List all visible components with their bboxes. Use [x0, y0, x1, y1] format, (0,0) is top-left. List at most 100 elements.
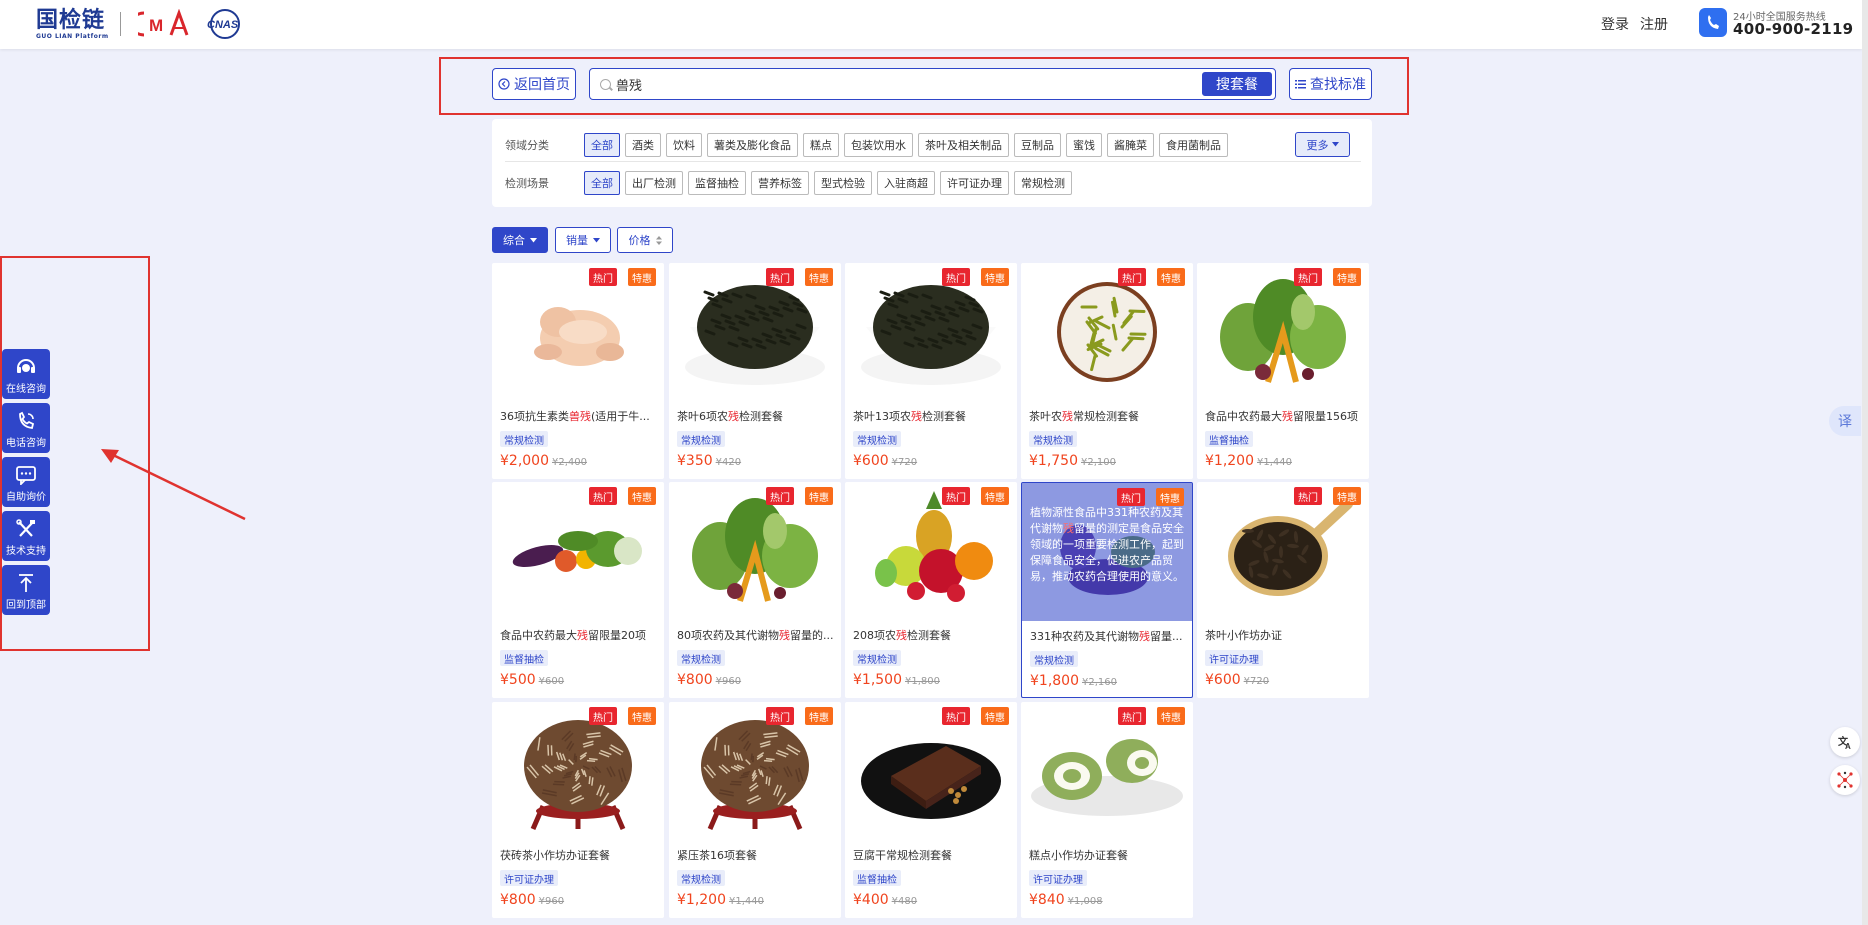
- product-card[interactable]: 热门 特惠 208项农残检测套餐 常规检测 ¥1,500 ¥1,800: [845, 482, 1017, 698]
- translate-icon: 文A: [1838, 735, 1851, 750]
- product-card[interactable]: 热门 特惠 食品中农药最大残留限量156项 监督抽检 ¥1,200 ¥1,440: [1197, 263, 1369, 479]
- product-title[interactable]: 茶叶农残常规检测套餐: [1029, 408, 1187, 424]
- scene-chip[interactable]: 监督抽检: [688, 171, 746, 195]
- sale-badge: 特惠: [1157, 707, 1185, 725]
- product-card[interactable]: 热门 特惠 糕点小作坊办证套餐 许可证办理 ¥840 ¥1,008: [1021, 702, 1193, 918]
- product-card[interactable]: 热门 特惠 豆腐干常规检测套餐 监督抽检 ¥400 ¥480: [845, 702, 1017, 918]
- page-scrollbar[interactable]: [1862, 0, 1868, 925]
- product-original-price: ¥960: [715, 676, 742, 687]
- product-title[interactable]: 食品中农药最大残留限量20项: [500, 627, 658, 643]
- sidebar-label: 技术支持: [6, 546, 46, 557]
- scene-chip-all[interactable]: 全部: [584, 171, 620, 195]
- product-card[interactable]: 热门 特惠 36项抗生素类兽残(适用于牛... 常规检测 ¥2,000 ¥2,40…: [492, 263, 664, 479]
- svg-text:A: A: [1845, 742, 1851, 750]
- product-card[interactable]: 热门 特惠 茯砖茶小作坊办证套餐 许可证办理 ¥800 ¥960: [492, 702, 664, 918]
- translate-button[interactable]: 译: [1829, 406, 1861, 436]
- sale-badge: 特惠: [981, 707, 1009, 725]
- more-label: 更多: [1306, 138, 1329, 152]
- logo-en: GUO LIAN Platform: [36, 33, 109, 40]
- back-home-label: 返回首页: [514, 77, 570, 93]
- product-original-price: ¥1,440: [1257, 457, 1292, 468]
- product-title[interactable]: 豆腐干常规检测套餐: [853, 847, 1011, 863]
- product-original-price: ¥1,800: [905, 676, 940, 687]
- sort-price-button[interactable]: 价格: [617, 227, 673, 253]
- caret-down-icon: [530, 237, 537, 242]
- back-home-button[interactable]: 返回首页: [492, 68, 576, 100]
- login-link[interactable]: 登录: [1601, 14, 1629, 34]
- hot-badge: 热门: [1294, 487, 1322, 505]
- sale-badge: 特惠: [1156, 488, 1184, 506]
- scene-chip[interactable]: 型式检验: [814, 171, 872, 195]
- domain-chip-all[interactable]: 全部: [584, 133, 620, 157]
- register-link[interactable]: 注册: [1640, 14, 1668, 34]
- product-title[interactable]: 208项农残检测套餐: [853, 627, 1011, 643]
- domain-chip[interactable]: 蜜饯: [1066, 133, 1102, 157]
- product-title[interactable]: 食品中农药最大残留限量156项: [1205, 408, 1363, 424]
- domain-chip[interactable]: 豆制品: [1014, 133, 1061, 157]
- product-card[interactable]: 热门 特惠 茶叶农残常规检测套餐 常规检测 ¥1,750 ¥2,100: [1021, 263, 1193, 479]
- sidebar-label: 自助询价: [6, 492, 46, 503]
- hot-badge: 热门: [766, 268, 794, 286]
- phone-consult-button[interactable]: 电话咨询: [2, 403, 50, 453]
- scene-chip[interactable]: 许可证办理: [940, 171, 1009, 195]
- product-card[interactable]: 热门 特惠 茶叶6项农残检测套餐 常规检测 ¥350 ¥420: [669, 263, 841, 479]
- sort-sales-button[interactable]: 销量: [555, 227, 611, 253]
- sale-badge: 特惠: [628, 707, 656, 725]
- product-title[interactable]: 36项抗生素类兽残(适用于牛...: [500, 408, 658, 424]
- arrow-up-icon: [19, 574, 33, 592]
- find-standard-button[interactable]: 查找标准: [1289, 68, 1372, 100]
- find-standard-label: 查找标准: [1310, 77, 1366, 93]
- sidebar-label: 回到顶部: [6, 600, 46, 611]
- svg-text:CNAS: CNAS: [207, 19, 239, 31]
- product-card[interactable]: 热门 特惠 茶叶小作坊办证 许可证办理 ¥600 ¥720: [1197, 482, 1369, 698]
- tech-support-button[interactable]: 技术支持: [2, 511, 50, 561]
- more-domains-button[interactable]: 更多: [1295, 132, 1350, 157]
- hot-badge: 热门: [766, 707, 794, 725]
- online-consult-button[interactable]: 在线咨询: [2, 349, 50, 399]
- scene-chip[interactable]: 出厂检测: [625, 171, 683, 195]
- product-original-price: ¥2,160: [1082, 677, 1117, 688]
- sale-badge: 特惠: [981, 487, 1009, 505]
- search-icon: [600, 79, 611, 90]
- product-price: ¥350 ¥420: [677, 453, 742, 469]
- sort-comprehensive-button[interactable]: 综合: [492, 227, 548, 253]
- domain-chip[interactable]: 薯类及膨化食品: [707, 133, 798, 157]
- product-card[interactable]: 热门 特惠 紧压茶16项套餐 常规检测 ¥1,200 ¥1,440: [669, 702, 841, 918]
- product-card[interactable]: 植物源性食品中331种农药及其代谢物残留量的测定是食品安全领域的一项重要检测工作…: [1021, 482, 1193, 698]
- product-original-price: ¥960: [538, 896, 565, 907]
- domain-chip[interactable]: 食用菌制品: [1159, 133, 1228, 157]
- domain-chip[interactable]: 酒类: [625, 133, 661, 157]
- product-title[interactable]: 茶叶6项农残检测套餐: [677, 408, 835, 424]
- domain-chip[interactable]: 糕点: [803, 133, 839, 157]
- hot-badge: 热门: [589, 268, 617, 286]
- sale-badge: 特惠: [981, 268, 1009, 286]
- domain-chip[interactable]: 饮料: [666, 133, 702, 157]
- search-package-button[interactable]: 搜套餐: [1202, 72, 1272, 96]
- product-original-price: ¥2,400: [552, 457, 587, 468]
- product-card[interactable]: 热门 特惠 80项农药及其代谢物残留量的... 常规检测 ¥800 ¥960: [669, 482, 841, 698]
- scene-chip[interactable]: 营养标签: [751, 171, 809, 195]
- domain-chip[interactable]: 包装饮用水: [844, 133, 913, 157]
- product-title[interactable]: 茯砖茶小作坊办证套餐: [500, 847, 658, 863]
- accessibility-button[interactable]: 文A: [1830, 727, 1860, 757]
- hot-badge: 热门: [589, 707, 617, 725]
- logo-cn: 国检链: [36, 8, 106, 33]
- product-price: ¥600 ¥720: [853, 453, 918, 469]
- product-card[interactable]: 热门 特惠 食品中农药最大残留限量20项 监督抽检 ¥500 ¥600: [492, 482, 664, 698]
- back-to-top-button[interactable]: 回到顶部: [2, 565, 50, 615]
- product-card[interactable]: 热门 特惠 茶叶13项农残检测套餐 常规检测 ¥600 ¥720: [845, 263, 1017, 479]
- scene-chip[interactable]: 常规检测: [1014, 171, 1072, 195]
- product-title[interactable]: 糕点小作坊办证套餐: [1029, 847, 1187, 863]
- self-quote-button[interactable]: 自助询价: [2, 457, 50, 507]
- product-title[interactable]: 80项农药及其代谢物残留量的...: [677, 627, 835, 643]
- product-title[interactable]: 紧压茶16项套餐: [677, 847, 835, 863]
- search-input[interactable]: [616, 74, 1176, 94]
- product-title[interactable]: 331种农药及其代谢物残留量...: [1030, 628, 1188, 644]
- domain-chip[interactable]: 茶叶及相关制品: [918, 133, 1009, 157]
- domain-chip[interactable]: 酱腌菜: [1107, 133, 1154, 157]
- scene-chip[interactable]: 入驻商超: [877, 171, 935, 195]
- product-title[interactable]: 茶叶13项农残检测套餐: [853, 408, 1011, 424]
- network-button[interactable]: [1830, 765, 1860, 795]
- guojianlian-logo[interactable]: 国检链 GUO LIAN Platform: [36, 8, 118, 41]
- product-title[interactable]: 茶叶小作坊办证: [1205, 627, 1363, 643]
